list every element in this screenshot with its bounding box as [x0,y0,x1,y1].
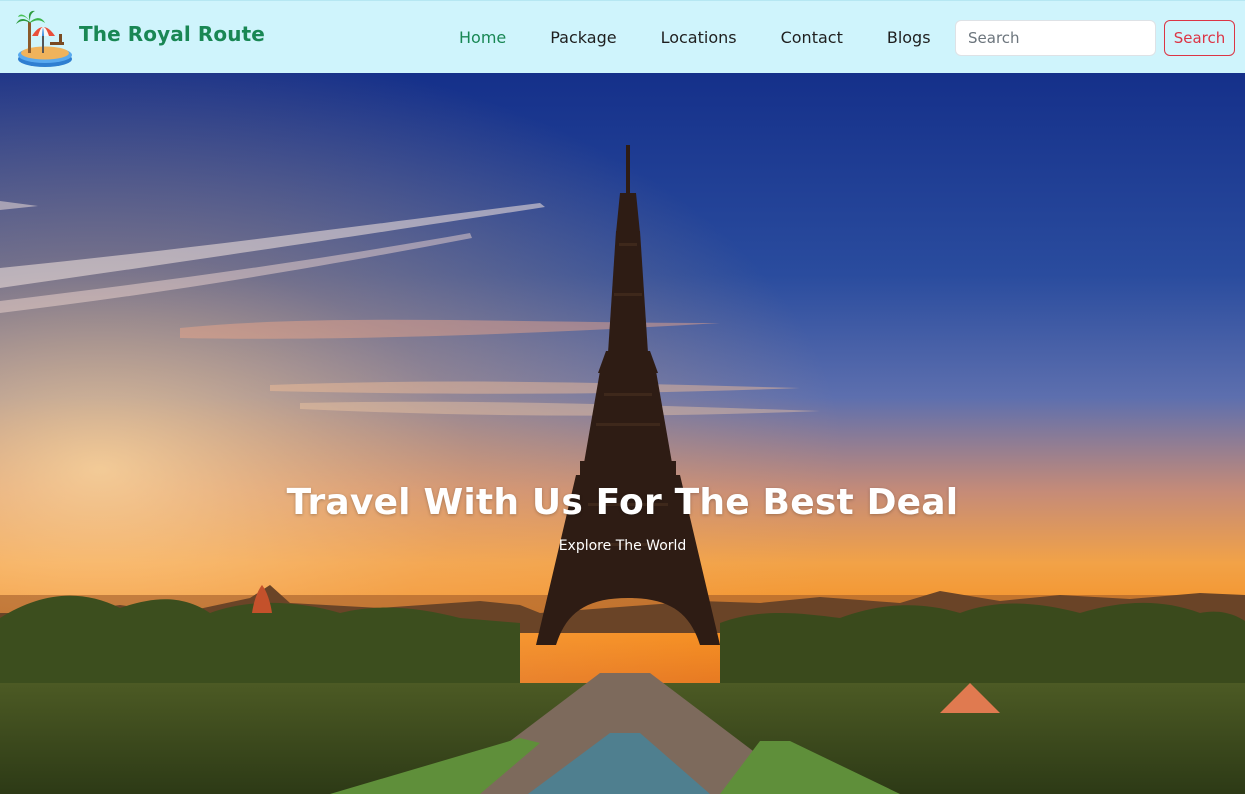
nav-home[interactable]: Home [437,28,528,47]
nav-menu: Home Package Locations Contact Blogs [437,1,953,74]
brand-link[interactable]: The Royal Route [13,6,265,68]
hero-title: Travel With Us For The Best Deal [286,482,959,523]
search-button[interactable]: Search [1164,20,1235,56]
nav-contact[interactable]: Contact [759,28,865,47]
nav-locations[interactable]: Locations [639,28,759,47]
hero-image-eiffel-tower [0,73,1245,794]
search-input[interactable] [955,20,1156,56]
navbar: The Royal Route Home Package Locations C… [0,0,1245,73]
nav-blogs[interactable]: Blogs [865,28,953,47]
brand-name[interactable]: The Royal Route [79,22,265,46]
hero-subtitle: Explore The World [558,538,687,554]
hero-carousel: Travel With Us For The Best Deal Explore… [0,73,1245,794]
nav-package[interactable]: Package [528,28,638,47]
beach-island-icon [16,10,72,67]
